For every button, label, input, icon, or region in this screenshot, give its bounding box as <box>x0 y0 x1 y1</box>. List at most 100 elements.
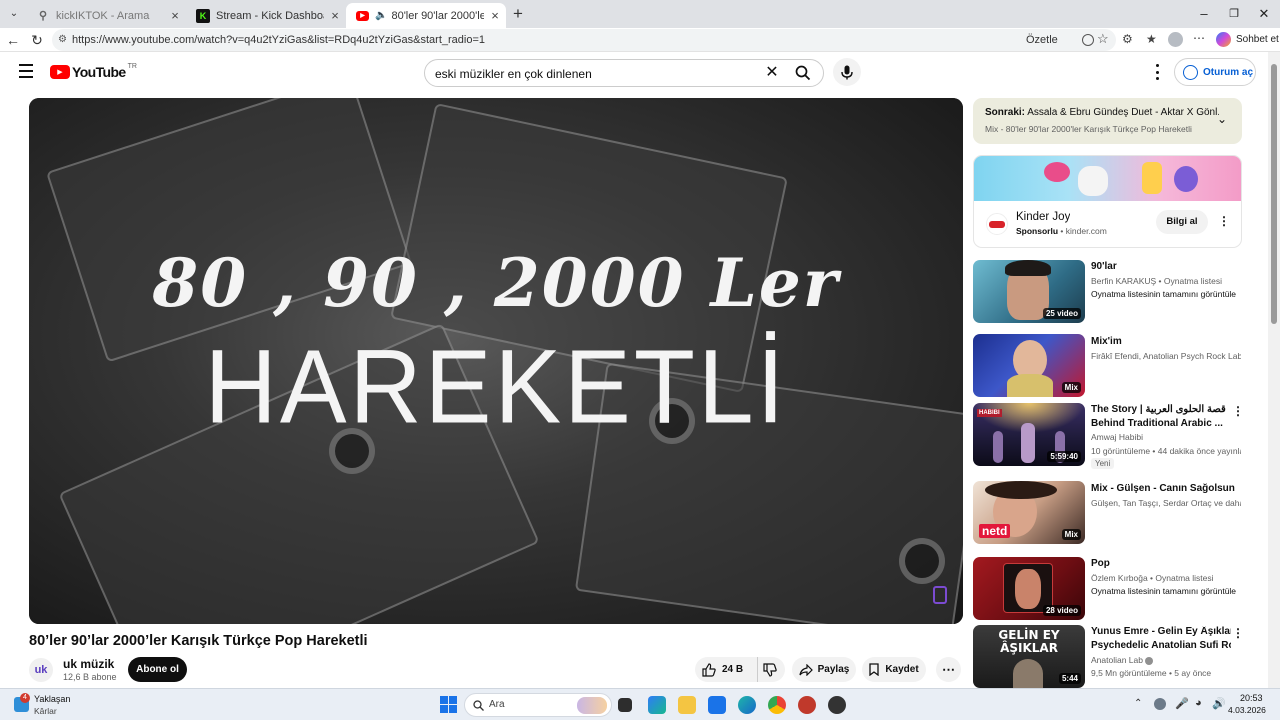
recommendation-title[interactable]: The Story | قصة الحلوى العربية <box>1091 404 1231 415</box>
clock-time[interactable]: 20:53 <box>1240 693 1263 703</box>
close-tab-icon[interactable]: × <box>324 8 346 23</box>
recommendation-title[interactable]: Pop <box>1091 558 1110 569</box>
view-full-playlist-link[interactable]: Oynatma listesinin tamamını görüntüle <box>1091 586 1241 596</box>
search-input[interactable] <box>435 64 755 84</box>
start-button[interactable] <box>440 696 457 713</box>
settings-more-icon[interactable] <box>1150 64 1164 80</box>
video-player[interactable]: 80 , 90 , 2000 Ler HAREKETLİ <box>29 98 963 624</box>
favorites-icon[interactable]: ★ <box>1146 32 1157 46</box>
tray-app-icon[interactable] <box>1154 698 1166 710</box>
recommendation-stats: 9,5 Mn görüntüleme • 5 ay önce <box>1091 668 1212 678</box>
sign-in-button[interactable]: Oturum aç <box>1174 58 1256 86</box>
clock-date[interactable]: 4.03.2026 <box>1228 705 1266 715</box>
recommendation-more-icon[interactable]: ⋮ <box>1232 626 1244 640</box>
recommendation-thumbnail[interactable]: netd Mix <box>973 481 1085 544</box>
recommendation-channel: Anatolian Lab <box>1091 655 1241 665</box>
recommendation-title[interactable]: 90'lar <box>1091 261 1117 272</box>
recommendation-thumbnail[interactable]: Mix <box>973 334 1085 397</box>
minimize-button[interactable]: – <box>1190 4 1218 24</box>
wifi-icon[interactable]: ◕ <box>1195 697 1202 709</box>
ad-card[interactable]: Kinder Joy Sponsorlu • kinder.com Bilgi … <box>973 155 1242 248</box>
back-button[interactable]: ← <box>3 30 23 50</box>
video-more-actions-button[interactable]: ⋯ <box>936 657 961 682</box>
view-full-playlist-link[interactable]: Oynatma listesinin tamamını görüntüle <box>1091 289 1241 299</box>
copilot-chat-label[interactable]: Sohbet et <box>1236 34 1279 45</box>
edge-browser-icon[interactable] <box>738 696 756 714</box>
reload-button[interactable]: ↻ <box>27 30 47 50</box>
address-bar[interactable]: ⚙ https://www.youtube.com/watch?v=q4u2tY… <box>52 29 1116 51</box>
recommendation-thumbnail[interactable]: HABIBI 5:59:40 <box>973 403 1085 466</box>
browser-toolbar: ← ↻ ⚙ https://www.youtube.com/watch?v=q4… <box>0 28 1280 52</box>
url-text: https://www.youtube.com/watch?v=q4u2tYzi… <box>72 34 486 46</box>
tab-kick-dashboard[interactable]: K Stream - Kick Dashboard × <box>186 3 346 28</box>
recommendation-title[interactable]: Mix'im <box>1091 336 1122 347</box>
maximize-button[interactable]: ❐ <box>1220 4 1248 24</box>
read-aloud-icon[interactable] <box>1082 34 1094 46</box>
taskbar-search-box[interactable]: Ara <box>464 693 612 717</box>
channel-name[interactable]: uk müzik <box>63 657 114 671</box>
ad-learn-more-button[interactable]: Bilgi al <box>1156 210 1208 234</box>
mail-icon[interactable] <box>708 696 726 714</box>
video-count-badge: 28 video <box>1042 605 1081 616</box>
recommendation-thumbnail[interactable]: 25 video <box>973 260 1085 323</box>
thumbs-up-icon <box>702 662 716 677</box>
show-hidden-icons[interactable]: ⌃ <box>1134 698 1142 709</box>
chevron-down-icon[interactable]: ⌄ <box>1217 112 1227 126</box>
chrome-browser-icon[interactable] <box>768 696 786 714</box>
save-button[interactable]: Kaydet <box>862 657 926 682</box>
summarize-button[interactable]: Özetle <box>1026 30 1058 50</box>
more-menu-icon[interactable]: ⋯ <box>1193 31 1205 45</box>
channel-avatar[interactable]: uk <box>29 658 53 682</box>
weather-count-badge: 4 <box>20 693 30 703</box>
like-button[interactable]: 24 B <box>702 657 754 682</box>
recommendation-artists: Gülşen, Tan Taşçı, Serdar Ortaç ve daha … <box>1091 498 1241 508</box>
video-count-badge: 25 video <box>1042 308 1081 319</box>
ad-more-icon[interactable]: ⋮ <box>1218 214 1230 228</box>
new-tab-button[interactable]: + <box>508 4 528 24</box>
close-tab-icon[interactable]: × <box>484 8 506 23</box>
tab-list-button[interactable]: ⌄ <box>6 6 22 22</box>
game-app-icon[interactable] <box>798 696 816 714</box>
channel-watermark-icon[interactable] <box>933 586 947 604</box>
dislike-button[interactable] <box>757 657 781 682</box>
copilot-taskbar-icon[interactable] <box>648 696 666 714</box>
page-scrollbar[interactable] <box>1268 52 1280 688</box>
recommendation-thumbnail[interactable]: GELİN EY ÂŞIKLAR 5:44 <box>973 625 1085 688</box>
youtube-favicon: ▶ <box>356 10 369 21</box>
ad-name[interactable]: Kinder Joy <box>1016 211 1070 223</box>
extensions-icon[interactable]: ⚙ <box>1122 32 1133 46</box>
recommendation-more-icon[interactable]: ⋮ <box>1232 404 1244 418</box>
video-title: 80’ler 90’lar 2000’ler Karışık Türkçe Po… <box>29 633 368 649</box>
menu-hamburger-icon[interactable] <box>18 64 34 78</box>
site-info-icon[interactable]: ⚙ <box>58 29 67 51</box>
share-button[interactable]: Paylaş <box>792 657 856 682</box>
recommendation-title-line2[interactable]: Psychedelic Anatolian Sufi Ro... <box>1091 640 1231 651</box>
kinder-logo <box>986 213 1008 235</box>
media-app-icon[interactable] <box>828 696 846 714</box>
youtube-logo[interactable]: ▶ YouTube TR <box>50 63 137 80</box>
copilot-icon[interactable] <box>1216 32 1231 47</box>
file-explorer-icon[interactable] <box>678 696 696 714</box>
profile-avatar[interactable] <box>1168 32 1183 47</box>
recommendation-thumbnail[interactable]: 28 video <box>973 557 1085 620</box>
up-next-prefix: Sonraki: <box>985 107 1026 118</box>
search-button[interactable] <box>789 62 817 84</box>
recommendation-title[interactable]: Yunus Emre - Gelin Ey Âşıklar | <box>1091 626 1231 637</box>
favorite-star-icon[interactable]: ☆ <box>1097 31 1109 47</box>
voice-search-button[interactable] <box>833 58 861 86</box>
recommendation-channel: Amwaj Habibi <box>1091 432 1143 442</box>
close-window-button[interactable]: ✕ <box>1250 4 1278 24</box>
tab-youtube[interactable]: ▶ 🔈 80'ler 90'lar 2000'ler Karışık Tü × <box>346 3 506 28</box>
volume-icon[interactable]: 🔊 <box>1212 697 1226 710</box>
clear-search-icon[interactable]: ✕ <box>762 62 782 84</box>
tab-search[interactable]: ⚲ kickIKTOK - Arama × <box>26 3 186 28</box>
recommendation-title[interactable]: Mix - Gülşen - Canın Sağolsun <box>1091 483 1235 494</box>
speaker-icon[interactable]: 🔈 <box>375 10 387 21</box>
up-next-panel[interactable]: Sonraki: Assala & Ebru Gündeş Duet - Akt… <box>973 98 1242 144</box>
task-view-icon[interactable] <box>618 698 632 712</box>
weather-widget[interactable]: 4 Yaklaşan Kârlar <box>12 693 92 716</box>
mic-tray-icon[interactable]: 🎤 <box>1175 697 1189 710</box>
close-tab-icon[interactable]: × <box>164 8 186 23</box>
subscribe-button[interactable]: Abone ol <box>128 657 187 682</box>
recommendation-title-line2[interactable]: Behind Traditional Arabic ... <box>1091 418 1231 429</box>
